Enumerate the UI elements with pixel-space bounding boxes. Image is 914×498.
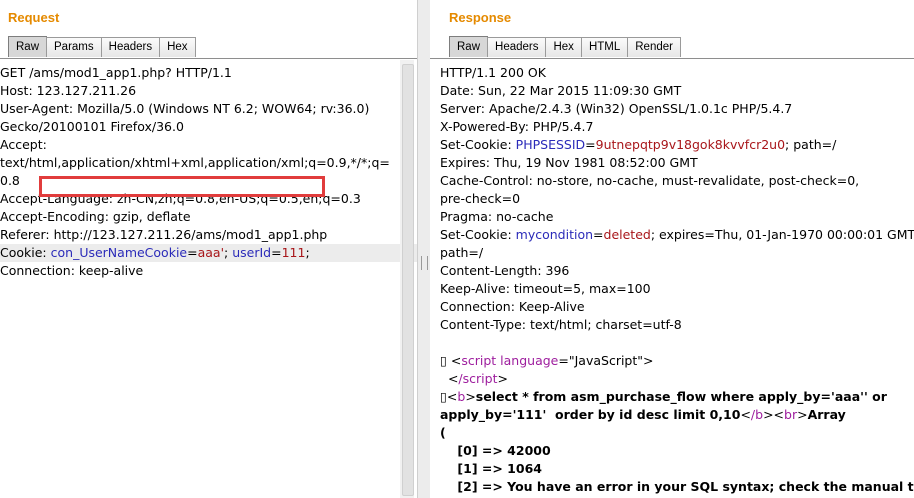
request-line: Accept-Encoding: gzip, deflate (0, 209, 191, 224)
response-line: Content-Type: text/html; charset=utf-8 (440, 317, 682, 332)
script-tag: script (461, 353, 497, 368)
cookie-eq: = (271, 245, 282, 260)
response-title: Response (449, 10, 512, 25)
request-tab-params[interactable]: Params (46, 37, 102, 57)
br-tag: br (784, 407, 798, 422)
response-line: Cache-Control: no-store, no-cache, must-… (440, 173, 860, 188)
response-line: Server: Apache/2.4.3 (Win32) OpenSSL/1.0… (440, 101, 793, 116)
request-line: Accept: (0, 137, 47, 152)
response-body-paren: ( (440, 425, 446, 440)
request-editor[interactable]: GET /ams/mod1_app1.php? HTTP/1.1 Host: 1… (0, 64, 417, 498)
response-line: Pragma: no-cache (440, 209, 554, 224)
set-cookie-eq: = (585, 137, 596, 152)
response-tab-hex[interactable]: Hex (545, 37, 582, 57)
request-line: User-Agent: Mozilla/5.0 (Windows NT 6.2;… (0, 101, 370, 116)
set-cookie-label: Set-Cookie: (440, 137, 516, 152)
request-scrollbar[interactable] (400, 60, 414, 498)
cookie-sep: ; (224, 245, 233, 260)
bom-glyph-icon: ▯ (440, 389, 447, 404)
request-tab-raw[interactable]: Raw (8, 36, 48, 57)
b-close-tag: /b (750, 407, 764, 422)
request-title: Request (8, 10, 60, 25)
script-attr-name: language (500, 353, 559, 368)
response-set-cookie-line: Set-Cookie: PHPSESSID=9utnepqtp9v18gok8k… (440, 136, 914, 154)
response-tab-raw[interactable]: Raw (449, 36, 489, 57)
bom-glyph-icon: ▯ (440, 353, 447, 368)
response-line: Connection: Keep-Alive (440, 299, 585, 314)
cookie-value-1: aaa' (197, 245, 225, 260)
response-line: Content-Length: 396 (440, 263, 570, 278)
set-cookie-rest: ; expires=Thu, 01-Jan-1970 00:00:01 GMT; (650, 227, 914, 242)
response-line: Date: Sun, 22 Mar 2015 11:09:30 GMT (440, 83, 682, 98)
request-pane: Request Raw Params Headers Hex GET /ams/… (0, 0, 417, 498)
request-line: Host: 123.127.211.26 (0, 83, 137, 98)
request-line: Accept-Language: zh-CN,zh;q=0.8,en-US;q=… (0, 191, 361, 206)
response-body-array-item: [1] => 1064 (440, 461, 542, 476)
cookie-value-2: 111 (281, 245, 306, 260)
response-line: path=/ (440, 245, 484, 260)
request-tab-rule (0, 58, 417, 59)
request-line: 0.8 (0, 173, 20, 188)
response-line: Expires: Thu, 19 Nov 1981 08:52:00 GMT (440, 155, 698, 170)
response-tab-rule (430, 58, 914, 59)
cookie-name-2: userId (232, 245, 272, 260)
response-body-array-item: [2] => You have an error in your SQL syn… (440, 479, 914, 494)
request-scroll-thumb[interactable] (402, 64, 414, 496)
response-body-script-open: ▯ <script language="JavaScript"> (440, 353, 654, 368)
set-cookie-value: deleted (603, 227, 651, 242)
response-line: pre-check=0 (440, 191, 521, 206)
response-body-array-item: [0] => 42000 (440, 443, 551, 458)
response-tab-render[interactable]: Render (627, 37, 681, 57)
request-line: Gecko/20100101 Firefox/36.0 (0, 119, 184, 134)
cookie-label: Cookie: (0, 245, 51, 260)
response-body-script-close: </script> (440, 371, 508, 386)
response-set-cookie-line: Set-Cookie: mycondition=deleted; expires… (440, 226, 914, 244)
array-label: Array (807, 407, 846, 422)
sql-error-text: select * from asm_purchase_flow where ap… (475, 389, 887, 404)
response-line: Keep-Alive: timeout=5, max=100 (440, 281, 651, 296)
request-cookie-line: Cookie: con_UserNameCookie=aaa'; userId=… (0, 244, 417, 262)
cookie-end: ; (305, 245, 310, 260)
divider-grip-icon[interactable] (421, 256, 428, 270)
cookie-name-1: con_UserNameCookie (50, 245, 188, 260)
script-attr-value: "JavaScript" (568, 353, 644, 368)
set-cookie-label: Set-Cookie: (440, 227, 516, 242)
request-tab-hex[interactable]: Hex (159, 37, 196, 57)
request-line: GET /ams/mod1_app1.php? HTTP/1.1 (0, 65, 232, 80)
request-line: Referer: http://123.127.211.26/ams/mod1_… (0, 227, 328, 242)
response-tab-headers[interactable]: Headers (487, 37, 547, 57)
cookie-eq: = (187, 245, 198, 260)
request-line: text/html,application/xhtml+xml,applicat… (0, 155, 390, 170)
response-pane: Response Raw Headers Hex HTML Render HTT… (430, 0, 914, 498)
response-line: HTTP/1.1 200 OK (440, 65, 546, 80)
response-tabbar: Raw Headers Hex HTML Render (449, 36, 681, 58)
set-cookie-eq: = (593, 227, 604, 242)
response-body-sql-1: ▯<b>select * from asm_purchase_flow wher… (440, 389, 887, 404)
sql-error-text: apply_by='111' order by id desc limit 0,… (440, 407, 741, 422)
response-tab-html[interactable]: HTML (580, 37, 629, 57)
script-close-tag: /script (458, 371, 498, 386)
set-cookie-rest: ; path=/ (785, 137, 837, 152)
request-tab-headers[interactable]: Headers (100, 37, 161, 57)
request-line: Connection: keep-alive (0, 263, 144, 278)
set-cookie-name: mycondition (515, 227, 594, 242)
response-line: X-Powered-By: PHP/5.4.7 (440, 119, 594, 134)
response-editor[interactable]: HTTP/1.1 200 OK Date: Sun, 22 Mar 2015 1… (440, 64, 914, 498)
set-cookie-value: 9utnepqtp9v18gok8kvvfcr2u0 (595, 137, 786, 152)
set-cookie-name: PHPSESSID (515, 137, 586, 152)
request-tabbar: Raw Params Headers Hex (8, 36, 196, 58)
response-body-sql-2: apply_by='111' order by id desc limit 0,… (440, 407, 846, 422)
